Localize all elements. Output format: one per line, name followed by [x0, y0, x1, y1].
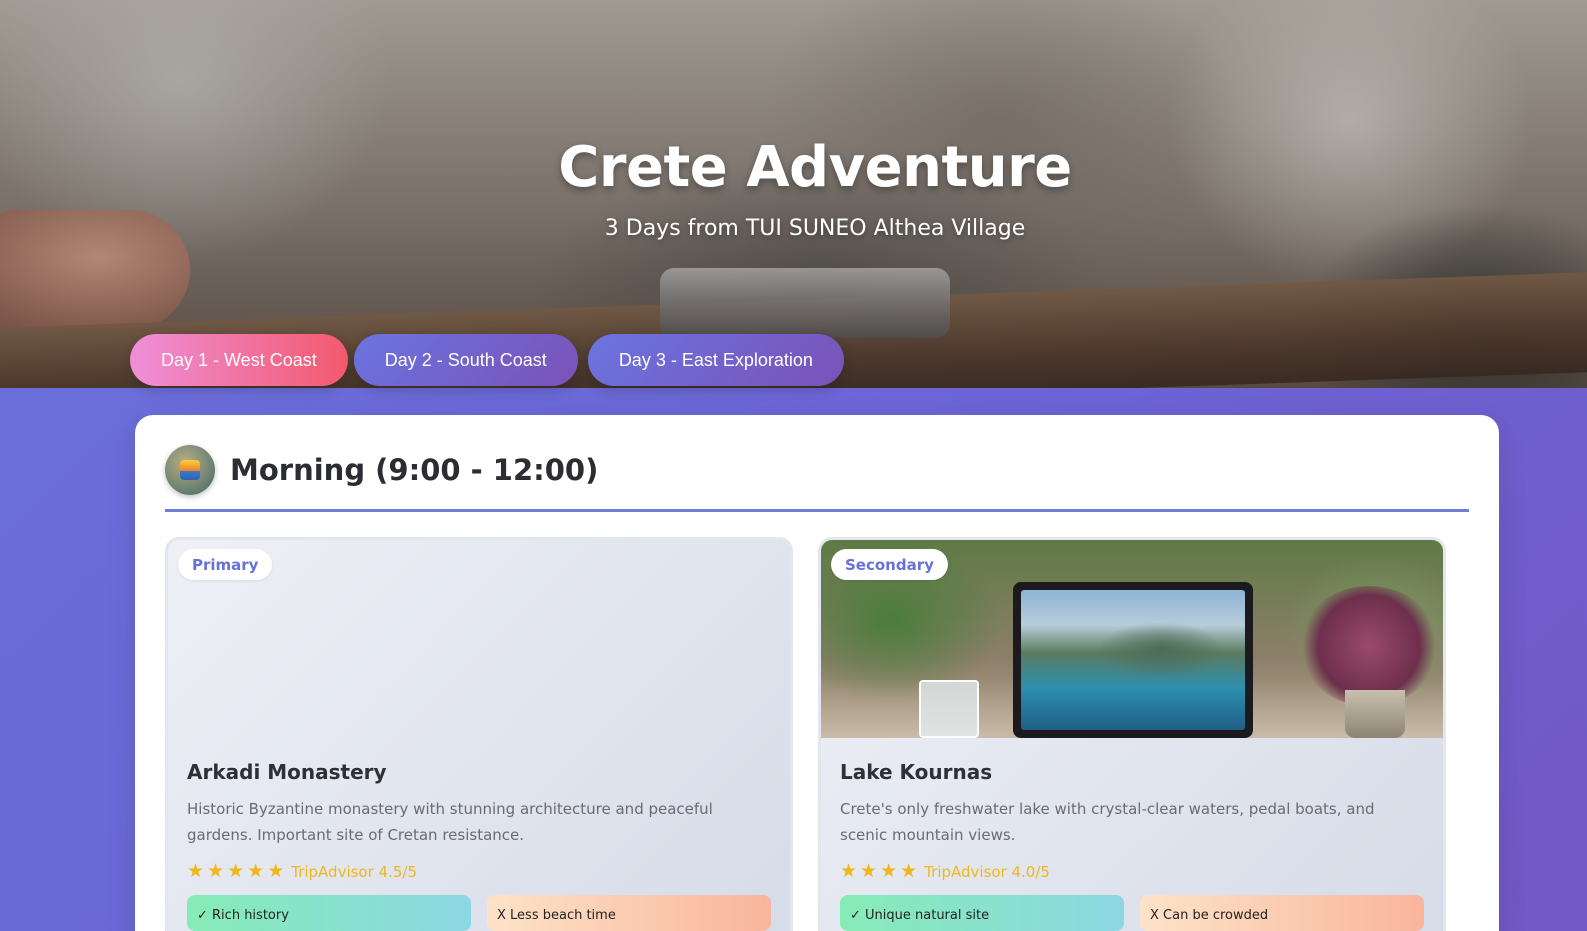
activity-name: Arkadi Monastery: [187, 760, 387, 784]
activity-options: Primary Arkadi Monastery Historic Byzant…: [165, 537, 1446, 931]
star-icon: ★: [187, 860, 205, 882]
activity-card-primary[interactable]: Primary Arkadi Monastery Historic Byzant…: [165, 537, 793, 931]
sunrise-icon: [165, 445, 215, 495]
star-icon: ★: [207, 860, 225, 882]
star-icon: ★: [227, 860, 245, 882]
itinerary-panel: Morning (9:00 - 12:00) Primary Arkadi Mo…: [135, 415, 1499, 931]
priority-badge: Secondary: [831, 549, 948, 580]
con-tag: X Less beach time: [487, 895, 771, 931]
star-icon: ★: [880, 860, 898, 882]
page-subtitle: 3 Days from TUI SUNEO Althea Village: [604, 216, 1026, 241]
day-tabs: Day 1 - West Coast Day 2 - South Coast D…: [130, 334, 844, 386]
rating: ★ ★ ★ ★ ★ TripAdvisor 4.5/5: [187, 862, 771, 881]
star-icon: ★: [860, 860, 878, 882]
hero-banner: Crete Adventure 3 Days from TUI SUNEO Al…: [0, 0, 1587, 388]
activity-image: Primary: [168, 540, 790, 738]
pros-cons: ✓ Unique natural site X Can be crowded: [840, 895, 1424, 931]
tab-day-1[interactable]: Day 1 - West Coast: [130, 334, 348, 386]
activity-description: Historic Byzantine monastery with stunni…: [187, 800, 713, 844]
pro-tag: ✓ Unique natural site: [840, 895, 1124, 931]
star-icon: ★: [900, 860, 918, 882]
period-header: Morning (9:00 - 12:00): [165, 445, 1469, 512]
star-icon: ★: [247, 860, 265, 882]
con-tag: X Can be crowded: [1140, 895, 1424, 931]
pro-tag: ✓ Rich history: [187, 895, 471, 931]
activity-card-secondary[interactable]: Secondary Lake Kournas Crete's only fres…: [818, 537, 1446, 931]
rating-text: TripAdvisor 4.5/5: [291, 862, 417, 881]
star-icon: ★: [267, 860, 285, 882]
rating: ★ ★ ★ ★ TripAdvisor 4.0/5: [840, 862, 1424, 881]
period-title: Morning (9:00 - 12:00): [230, 453, 599, 487]
pros-cons: ✓ Rich history X Less beach time: [187, 895, 771, 931]
star-icon: ★: [840, 860, 858, 882]
activity-description: Crete's only freshwater lake with crysta…: [840, 800, 1375, 844]
activity-name: Lake Kournas: [840, 760, 993, 784]
page-title: Crete Adventure: [558, 135, 1072, 200]
tab-day-3[interactable]: Day 3 - East Exploration: [587, 334, 844, 386]
activity-image: Secondary: [821, 540, 1443, 738]
rating-text: TripAdvisor 4.0/5: [924, 862, 1050, 881]
priority-badge: Primary: [178, 549, 273, 580]
tab-day-2[interactable]: Day 2 - South Coast: [353, 334, 578, 386]
